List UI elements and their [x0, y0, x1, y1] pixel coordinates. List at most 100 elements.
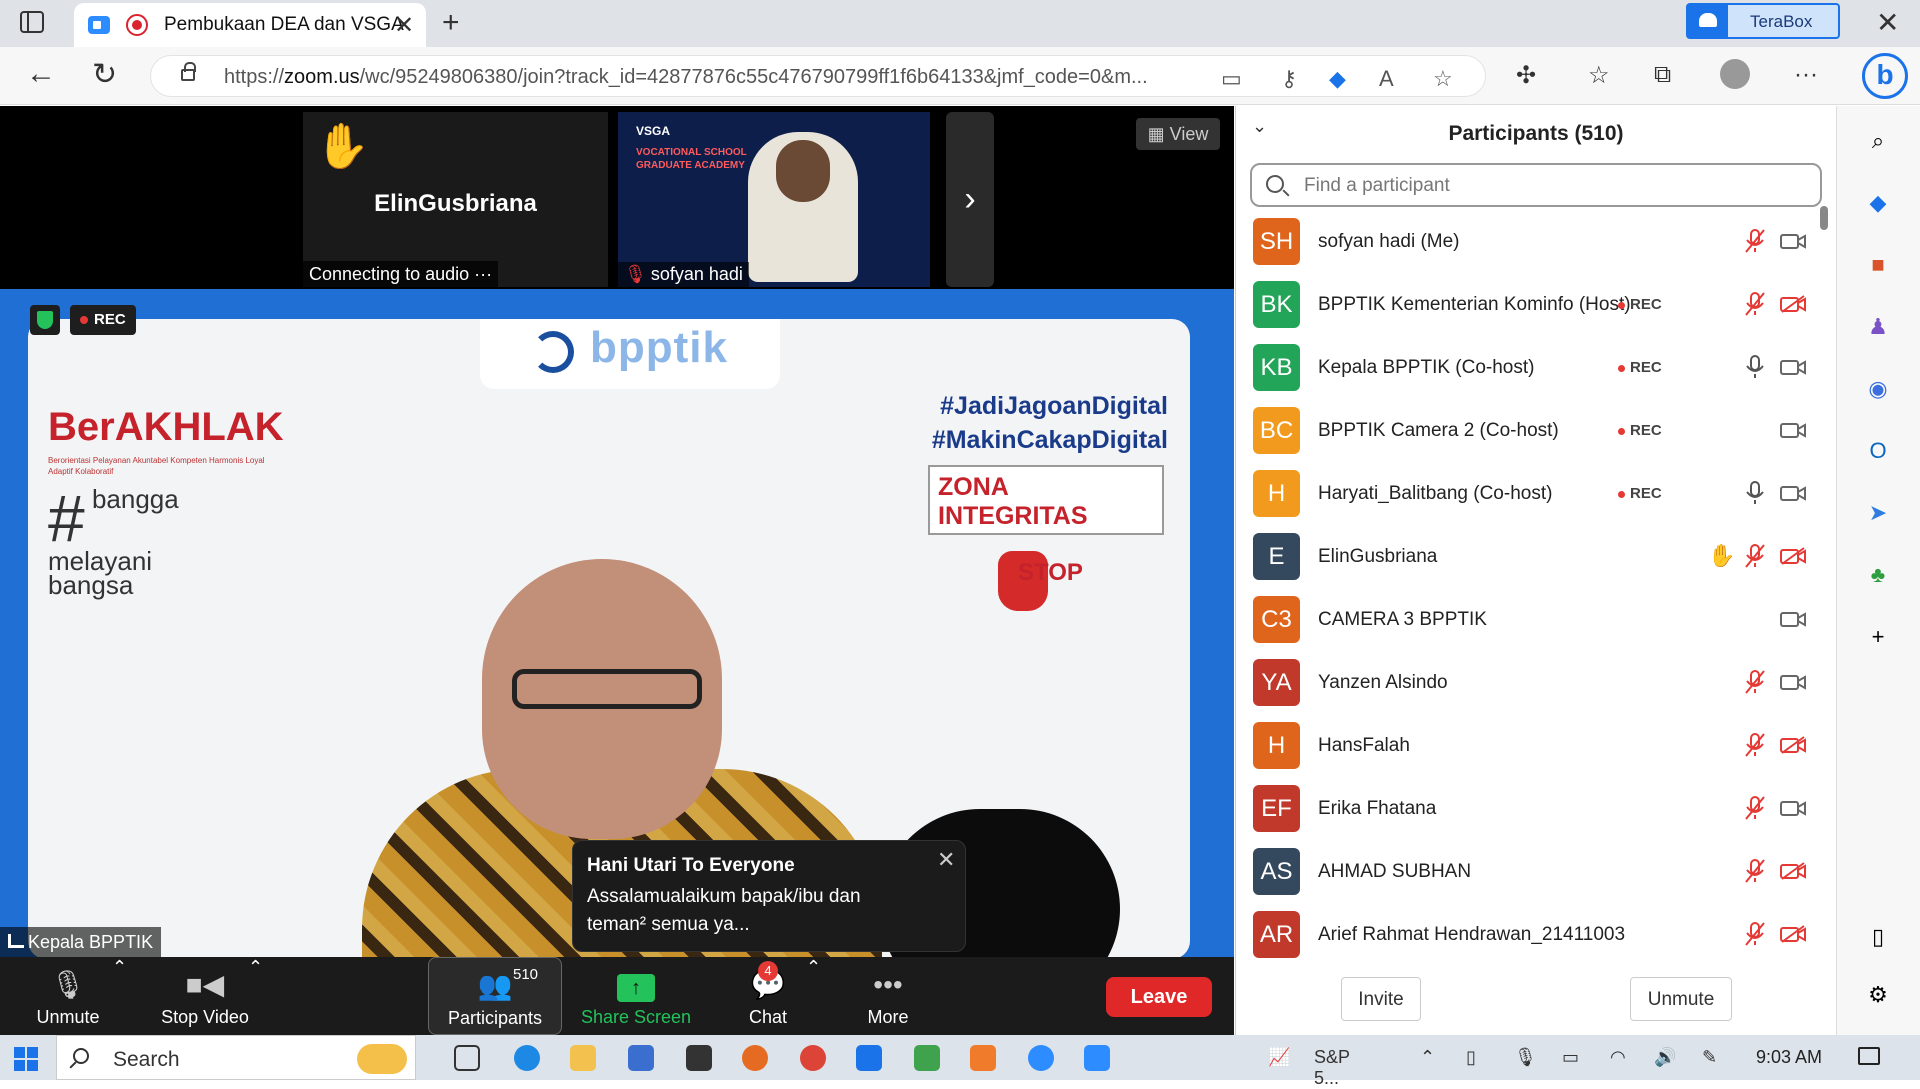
add-icon[interactable]: +	[1863, 622, 1893, 652]
mic-muted-icon[interactable]	[1744, 291, 1766, 317]
more-button[interactable]: ••• More	[848, 957, 928, 1035]
stop-video-button[interactable]: ■◀ Stop Video	[150, 957, 260, 1035]
view-button[interactable]: ▦ View	[1136, 118, 1220, 150]
participant-row[interactable]: H Haryati_Balitbang (Co-host) REC	[1236, 462, 1836, 525]
mic-muted-icon[interactable]	[1744, 921, 1766, 947]
tree-icon[interactable]: ♣	[1863, 560, 1893, 590]
video-icon[interactable]	[1780, 421, 1806, 439]
search-icon[interactable]: ⌕	[1863, 126, 1893, 156]
add-favorite-icon[interactable]: ☆	[1433, 66, 1453, 92]
telegram-icon[interactable]: ➤	[1863, 498, 1893, 528]
tab-actions-icon[interactable]	[20, 11, 44, 33]
find-participant-input[interactable]	[1304, 173, 1804, 199]
video-icon[interactable]	[1780, 799, 1806, 817]
window-close-icon[interactable]: ✕	[1876, 6, 1899, 39]
mic-muted-icon[interactable]	[1744, 543, 1766, 569]
games-icon[interactable]: ♟	[1863, 312, 1893, 342]
extensions-icon[interactable]: ✣	[1516, 61, 1536, 90]
taskbar-search[interactable]: Search	[56, 1035, 416, 1080]
video-off-icon[interactable]	[1780, 295, 1806, 313]
sidebar-toggle-icon[interactable]: ▯	[1863, 922, 1893, 952]
windows-start-icon[interactable]	[14, 1047, 38, 1071]
read-aloud-icon[interactable]: A	[1379, 66, 1394, 92]
leave-button[interactable]: Leave	[1106, 977, 1212, 1017]
video-icon[interactable]	[1780, 610, 1806, 628]
url-field[interactable]: https://zoom.us/wc/95249806380/join?trac…	[150, 55, 1486, 97]
camera-icon[interactable]: ▭	[1221, 66, 1242, 92]
refresh-icon[interactable]: ↻	[92, 57, 117, 92]
file-explorer-icon[interactable]	[570, 1045, 596, 1071]
video-icon[interactable]	[1780, 232, 1806, 250]
chat-notification[interactable]: Hani Utari To Everyone Assalamualaikum b…	[572, 840, 966, 952]
shopping-tag-icon[interactable]: ◆	[1863, 188, 1893, 218]
pen-icon[interactable]: ✎	[1702, 1047, 1717, 1068]
scrollbar[interactable]	[1820, 206, 1828, 230]
close-icon[interactable]: ✕	[937, 847, 955, 873]
video-icon[interactable]	[1780, 358, 1806, 376]
mic-icon[interactable]	[1744, 354, 1766, 380]
audio-options-caret-icon[interactable]: ⌃	[112, 957, 127, 977]
tab-zoom-meeting[interactable]: Pembukaan DEA dan VSGA ✕	[74, 3, 426, 47]
back-arrow-icon[interactable]: ←	[26, 57, 56, 91]
firefox-icon[interactable]	[742, 1045, 768, 1071]
edge-browser-icon[interactable]	[514, 1045, 540, 1071]
mic-muted-icon[interactable]	[1744, 669, 1766, 695]
mic-icon[interactable]	[1744, 480, 1766, 506]
lock-icon[interactable]	[181, 62, 196, 81]
chevron-up-icon[interactable]: ⌃	[1420, 1047, 1435, 1068]
participant-row[interactable]: H HansFalah	[1236, 714, 1836, 777]
coupon-tag-icon[interactable]: ◆	[1329, 66, 1346, 92]
mail-icon[interactable]	[686, 1045, 712, 1071]
participant-row[interactable]: BC BPPTIK Camera 2 (Co-host) REC	[1236, 399, 1836, 462]
participant-row[interactable]: KB Kepala BPPTIK (Co-host) REC	[1236, 336, 1836, 399]
video-off-icon[interactable]	[1780, 925, 1806, 943]
unmute-all-button[interactable]: Unmute	[1630, 977, 1732, 1021]
close-tab-icon[interactable]: ✕	[394, 11, 414, 40]
microphone-icon[interactable]: 🎙	[1514, 1047, 1537, 1068]
participant-row[interactable]: EF Erika Fhatana	[1236, 777, 1836, 840]
mic-muted-icon[interactable]	[1744, 228, 1766, 254]
share-screen-button[interactable]: ↑ Share Screen	[574, 957, 698, 1035]
next-page-arrow-icon[interactable]: ›	[946, 112, 994, 287]
invite-button[interactable]: Invite	[1341, 977, 1421, 1021]
gear-icon[interactable]: ⚙	[1863, 980, 1893, 1010]
mic-muted-icon[interactable]	[1744, 732, 1766, 758]
task-view-icon[interactable]	[454, 1045, 480, 1071]
video-off-icon[interactable]	[1780, 862, 1806, 880]
video-tile-elingusbriana[interactable]: ✋ ElinGusbriana Connecting to audio ···	[303, 112, 608, 287]
collections-icon[interactable]: ⧉	[1654, 61, 1671, 89]
video-options-caret-icon[interactable]: ⌃	[248, 957, 263, 977]
video-tile-sofyan-hadi[interactable]: VSGA VOCATIONAL SCHOOL GRADUATE ACADEMY …	[618, 112, 930, 287]
new-tab-button[interactable]: +	[442, 6, 460, 40]
mic-muted-icon[interactable]	[1744, 795, 1766, 821]
chat-button[interactable]: 💬 4 Chat	[728, 957, 808, 1035]
encryption-shield-icon[interactable]	[30, 305, 60, 335]
store-icon[interactable]	[628, 1045, 654, 1071]
participant-row[interactable]: SH sofyan hadi (Me)	[1236, 210, 1836, 273]
zoom-app-icon[interactable]	[1028, 1045, 1054, 1071]
app-icon[interactable]	[914, 1045, 940, 1071]
notification-icon[interactable]	[1858, 1047, 1880, 1065]
tools-icon[interactable]: ■	[1863, 250, 1893, 280]
volume-icon[interactable]: 🔊	[1654, 1047, 1676, 1068]
terabox-button[interactable]: TeraBox	[1686, 3, 1840, 39]
participant-row[interactable]: AR Arief Rahmat Hendrawan_21411003	[1236, 903, 1836, 966]
video-icon[interactable]	[1780, 673, 1806, 691]
favorites-icon[interactable]: ☆	[1588, 61, 1610, 90]
stock-label[interactable]: S&P 5...	[1314, 1047, 1350, 1089]
participant-row[interactable]: C3 CAMERA 3 BPPTIK	[1236, 588, 1836, 651]
active-app-icon[interactable]	[1084, 1045, 1110, 1071]
profile-avatar-icon[interactable]	[1720, 59, 1750, 89]
video-icon[interactable]	[1780, 484, 1806, 502]
participant-row[interactable]: BK BPPTIK Kementerian Kominfo (Host) REC	[1236, 273, 1836, 336]
terabox-icon[interactable]	[856, 1045, 882, 1071]
chrome-icon[interactable]	[800, 1045, 826, 1071]
mic-muted-icon[interactable]	[1744, 858, 1766, 884]
wifi-icon[interactable]: ◠	[1610, 1047, 1626, 1068]
video-off-icon[interactable]	[1780, 736, 1806, 754]
stock-chart-icon[interactable]: 📈	[1268, 1047, 1290, 1068]
bing-chat-icon[interactable]: b	[1862, 53, 1908, 99]
participant-row[interactable]: YA Yanzen Alsindo	[1236, 651, 1836, 714]
chat-options-caret-icon[interactable]: ⌃	[806, 957, 821, 977]
battery-icon[interactable]: ▭	[1562, 1047, 1579, 1068]
